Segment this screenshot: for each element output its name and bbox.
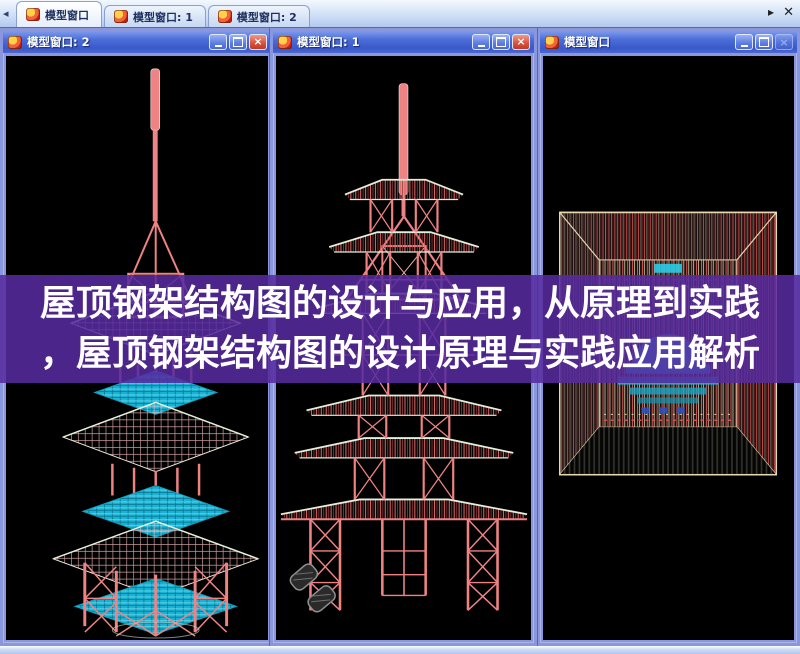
pagoda-mast — [150, 68, 160, 222]
tab-scroll-left-icon[interactable]: ◂ — [3, 7, 9, 20]
tab-model-window-2[interactable]: 模型窗口: 2 — [207, 5, 310, 27]
model-window-icon — [8, 35, 22, 49]
banner-line-1: 屋顶钢架结构图的设计与应用，从原理到实践 — [39, 283, 760, 324]
minimize-button[interactable] — [472, 34, 490, 50]
maximize-icon — [759, 37, 769, 47]
maximize-button[interactable] — [229, 34, 247, 50]
window-title: 模型窗口: 1 — [297, 35, 360, 49]
tab-close-icon[interactable]: ✕ — [783, 5, 794, 20]
tab-model-window-1[interactable]: 模型窗口: 1 — [104, 5, 206, 27]
maximize-button[interactable] — [492, 34, 510, 50]
close-icon: × — [779, 35, 789, 49]
titlebar[interactable]: 模型窗口: 2 × — [3, 31, 271, 53]
maximize-icon — [233, 37, 243, 47]
titlebar[interactable]: 模型窗口: 1 × — [273, 31, 534, 53]
model-window-icon — [545, 35, 559, 49]
model-window-icon — [114, 10, 128, 23]
minimize-icon — [214, 38, 222, 47]
close-button-disabled: × — [775, 34, 793, 50]
ucs-hexagons-icon — [289, 563, 336, 613]
window-title: 模型窗口 — [564, 35, 610, 49]
maximize-icon — [496, 37, 506, 47]
tab-label: 模型窗口: 2 — [236, 10, 297, 24]
tab-label: 模型窗口 — [45, 8, 89, 22]
close-button[interactable]: × — [249, 34, 267, 50]
application-window: ◂ 模型窗口 模型窗口: 1 模型窗口: 2 ▸ ✕ 模型窗口: 2 × 模型窗… — [0, 0, 800, 654]
minimize-button[interactable] — [209, 34, 227, 50]
window-tab-bar: ◂ 模型窗口 模型窗口: 1 模型窗口: 2 ▸ ✕ — [0, 0, 800, 28]
model-window-icon — [26, 8, 40, 21]
close-icon: × — [516, 35, 526, 48]
titlebar[interactable]: 模型窗口 × — [540, 31, 797, 53]
minimize-button[interactable] — [735, 34, 753, 50]
close-button[interactable]: × — [512, 34, 530, 50]
minimize-icon — [477, 38, 485, 47]
window-title: 模型窗口: 2 — [27, 35, 90, 49]
close-icon: × — [253, 35, 263, 48]
tab-scroll-right-icon[interactable]: ▸ — [768, 6, 774, 19]
maximize-button[interactable] — [755, 34, 773, 50]
tab-strip: 模型窗口 模型窗口: 1 模型窗口: 2 — [16, 0, 312, 27]
workspace-bottom-edge — [0, 646, 800, 654]
model-window-icon — [217, 10, 232, 23]
promo-banner-overlay: 屋顶钢架结构图的设计与应用，从原理到实践 ，屋顶钢架结构图的设计原理与实践应用解… — [0, 275, 800, 383]
minimize-icon — [740, 38, 748, 47]
model-window-icon — [278, 35, 292, 49]
tab-label: 模型窗口: 1 — [133, 10, 193, 24]
tab-model-window[interactable]: 模型窗口 — [16, 1, 102, 27]
banner-line-2: ，屋顶钢架结构图的设计原理与实践应用解析 — [39, 333, 760, 374]
